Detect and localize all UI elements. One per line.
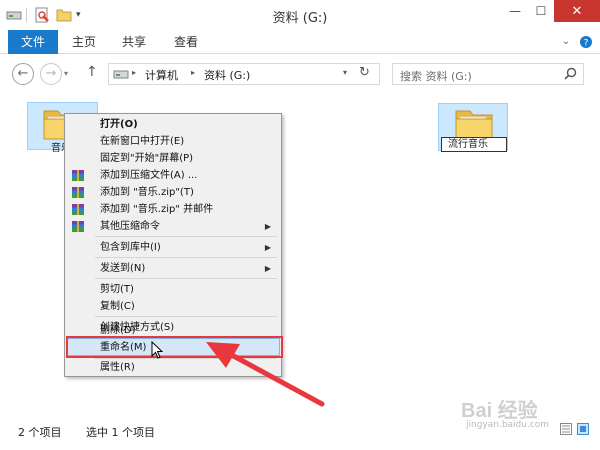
tab-home[interactable]: 主页 xyxy=(64,30,104,54)
menu-item-label: 属性(R) xyxy=(100,362,135,373)
menu-separator xyxy=(95,257,277,258)
folder-icon xyxy=(455,110,493,140)
annotation-arrow-icon xyxy=(206,342,325,407)
menu-item-label: 添加到 "音乐.zip" 并邮件 xyxy=(100,204,214,215)
menu-item-label: 发送到(N) xyxy=(100,263,146,274)
up-button[interactable]: ↑ xyxy=(86,64,98,80)
winrar-icon xyxy=(72,170,84,181)
breadcrumb-drive[interactable]: 资料 (G:) xyxy=(204,67,250,83)
tab-share[interactable]: 共享 xyxy=(114,30,154,54)
winrar-icon xyxy=(72,187,84,198)
menu-item-other-compress[interactable]: 其他压缩命令 ▶ xyxy=(65,218,281,235)
menu-item-send-to[interactable]: 发送到(N) ▶ xyxy=(65,260,281,277)
menu-item-pin-start[interactable]: 固定到"开始"屏幕(P) xyxy=(65,150,281,167)
expand-ribbon-icon[interactable]: ⌄ xyxy=(558,30,574,54)
watermark-url: jingyan.baidu.com xyxy=(466,420,550,430)
forward-button[interactable]: → xyxy=(40,63,62,85)
address-dropdown-icon[interactable]: ▾ xyxy=(343,68,347,77)
menu-item-label: 添加到 "音乐.zip"(T) xyxy=(100,187,194,198)
menu-item-cut[interactable]: 剪切(T) xyxy=(65,281,281,298)
maximize-button[interactable]: ☐ xyxy=(528,0,554,22)
menu-separator xyxy=(95,316,277,317)
navigation-bar: ← → ▾ ↑ ▸ 计算机 ▸ 资料 (G:) ▾ ↻ 搜索 资料 (G:) xyxy=(0,54,600,94)
refresh-icon[interactable]: ↻ xyxy=(359,65,370,80)
ribbon-tabs: 文件 主页 共享 查看 ⌄ ? xyxy=(0,30,600,54)
mouse-cursor-icon xyxy=(151,341,163,359)
help-icon[interactable]: ? xyxy=(578,30,594,54)
search-box[interactable]: 搜索 资料 (G:) xyxy=(392,63,584,85)
menu-item-label: 固定到"开始"屏幕(P) xyxy=(100,153,194,164)
status-item-count: 2 个项目 xyxy=(18,426,62,439)
rename-input[interactable]: 流行音乐 xyxy=(441,137,507,152)
watermark-logo: Bai 经验 xyxy=(461,400,538,422)
menu-item-label: 剪切(T) xyxy=(100,284,134,295)
minimize-button[interactable]: — xyxy=(502,0,528,22)
search-icon[interactable] xyxy=(564,67,577,83)
submenu-arrow-icon: ▶ xyxy=(264,264,271,273)
menu-item-label: 包含到库中(I) xyxy=(100,242,161,253)
menu-item-copy[interactable]: 复制(C) xyxy=(65,298,281,315)
menu-item-open[interactable]: 打开(O) xyxy=(65,116,281,133)
menu-separator xyxy=(95,278,277,279)
close-button[interactable]: ✕ xyxy=(554,0,600,22)
winrar-icon xyxy=(72,221,84,232)
menu-item-label: 删除(D) xyxy=(100,325,136,336)
winrar-icon xyxy=(72,204,84,215)
menu-separator xyxy=(95,236,277,237)
breadcrumb-separator[interactable]: ▸ xyxy=(132,68,136,77)
drive-icon xyxy=(113,67,129,84)
submenu-arrow-icon: ▶ xyxy=(264,243,271,252)
tab-view[interactable]: 查看 xyxy=(166,30,206,54)
search-placeholder: 搜索 资料 (G:) xyxy=(400,70,472,83)
back-button[interactable]: ← xyxy=(12,63,34,85)
menu-item-open-new-window[interactable]: 在新窗口中打开(E) xyxy=(65,133,281,150)
menu-item-include-library[interactable]: 包含到库中(I) ▶ xyxy=(65,239,281,256)
submenu-arrow-icon: ▶ xyxy=(264,222,271,231)
menu-item-label: 复制(C) xyxy=(100,301,135,312)
large-icons-view-icon[interactable] xyxy=(577,423,589,438)
menu-item-add-archive[interactable]: 添加到压缩文件(A) ... xyxy=(65,167,281,184)
address-bar[interactable]: ▸ 计算机 ▸ 资料 (G:) ▾ ↻ xyxy=(108,63,380,85)
tab-file[interactable]: 文件 xyxy=(8,30,58,54)
breadcrumb-separator[interactable]: ▸ xyxy=(191,68,195,77)
menu-item-label: 在新窗口中打开(E) xyxy=(100,136,185,147)
recent-locations-icon[interactable]: ▾ xyxy=(64,69,68,78)
svg-text:?: ? xyxy=(584,39,589,49)
status-selected-count: 选中 1 个项目 xyxy=(86,426,155,439)
menu-item-add-zip-email[interactable]: 添加到 "音乐.zip" 并邮件 xyxy=(65,201,281,218)
details-view-icon[interactable] xyxy=(560,423,572,438)
menu-item-label: 打开(O) xyxy=(100,119,138,130)
menu-item-label: 其他压缩命令 xyxy=(100,221,160,232)
menu-item-label: 添加到压缩文件(A) ... xyxy=(100,170,198,181)
title-bar: ▾ 资料 (G:) — ☐ ✕ xyxy=(0,0,600,30)
breadcrumb-computer[interactable]: 计算机 xyxy=(145,67,178,83)
menu-item-add-to-zip[interactable]: 添加到 "音乐.zip"(T) xyxy=(65,184,281,201)
